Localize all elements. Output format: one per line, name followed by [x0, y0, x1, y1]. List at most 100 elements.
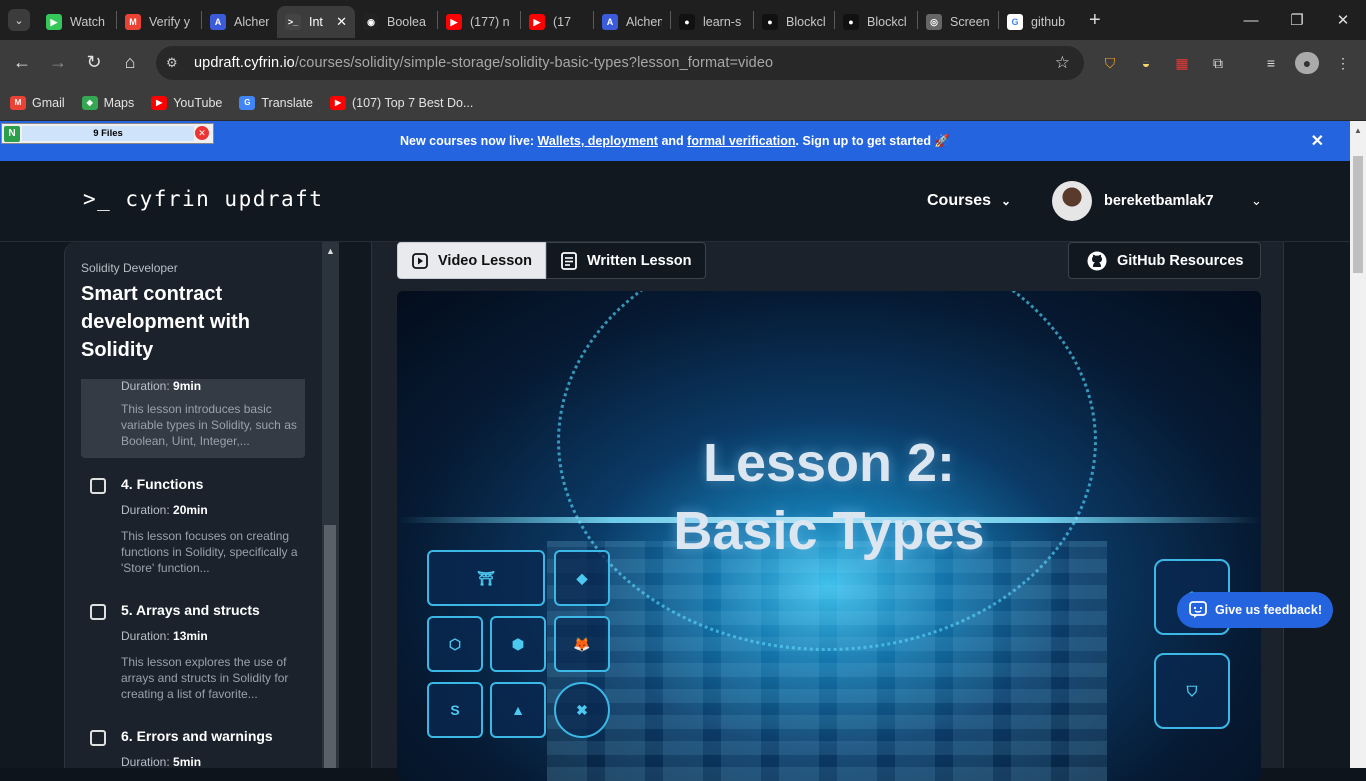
user-menu-chevron-icon[interactable]: ⌄	[1251, 193, 1262, 209]
lesson-checkbox[interactable]	[90, 730, 106, 746]
video-tile-ipfs-icon: ⬢	[490, 616, 546, 672]
tab-label: (177) n	[470, 15, 510, 29]
browser-menu-icon[interactable]: ⋮	[1331, 52, 1355, 74]
address-url[interactable]: updraft.cyfrin.io/courses/solidity/simpl…	[194, 55, 773, 71]
tab-favicon-icon: ▶	[529, 14, 545, 30]
browser-tab[interactable]: ● Blockcl	[754, 6, 834, 38]
video-decor-grid	[547, 541, 1107, 781]
tab-search-button[interactable]: ⌄	[8, 9, 30, 31]
bookmark-favicon-icon: G	[239, 95, 256, 110]
scroll-up-icon[interactable]: ▲	[326, 246, 335, 256]
browser-toolbar: ← → ↻ ⌂ ⚙ updraft.cyfrin.io/courses/soli…	[0, 40, 1366, 85]
tab-label: Watch	[70, 15, 105, 29]
bookmark-item[interactable]: ◆ Maps	[81, 95, 134, 110]
extension-shield-icon[interactable]: ⛉	[1098, 52, 1122, 74]
lesson-main: Video Lesson Written Lesson GitHub Resou…	[371, 242, 1284, 781]
video-title: Lesson 2: Basic Types	[673, 433, 985, 561]
video-lesson-tab[interactable]: Video Lesson	[397, 242, 546, 279]
new-tab-button[interactable]: +	[1089, 9, 1101, 32]
lesson-duration: Duration: 13min	[121, 629, 208, 643]
browser-tab[interactable]: >_ Int ✕	[277, 6, 355, 38]
document-icon	[561, 251, 577, 270]
minimize-button[interactable]: —	[1228, 0, 1274, 40]
bookmark-star-icon[interactable]: ☆	[1055, 53, 1070, 73]
tab-label: Int	[309, 15, 323, 29]
active-lesson[interactable]: Duration: 9min This lesson introduces ba…	[81, 379, 305, 458]
page-scroll-up-icon[interactable]: ▲	[1354, 126, 1362, 135]
site-info-icon[interactable]: ⚙	[166, 55, 182, 71]
site-logo[interactable]: >_ cyfrin updraft	[83, 187, 323, 211]
github-resources-button[interactable]: GitHub Resources	[1068, 242, 1261, 279]
bookmark-item[interactable]: M Gmail	[10, 95, 65, 110]
tab-label: Verify y	[149, 15, 190, 29]
files-close-icon[interactable]: ✕	[195, 126, 209, 140]
lesson-duration: Duration: 9min	[121, 379, 202, 393]
bookmarks-bar: M Gmail ◆ Maps ▶ YouTube G Translate ▶ (107) Top …	[0, 85, 1366, 121]
github-icon	[1087, 251, 1107, 271]
tab-list: ▶ Watch M Verify y A Alchem >_ Int ✕ ◉ Boolea ▶ (177…	[38, 2, 1079, 38]
video-tile-ethereum-icon: ◆	[554, 550, 610, 606]
written-lesson-tab[interactable]: Written Lesson	[546, 242, 706, 279]
address-bar[interactable]: ⚙ updraft.cyfrin.io/courses/solidity/sim…	[156, 46, 1084, 80]
media-control-icon[interactable]: ≡	[1259, 52, 1283, 74]
extension-face-icon[interactable]: ◒	[1134, 52, 1158, 74]
tab-close-icon[interactable]: ✕	[330, 14, 347, 30]
banner-link-wallets[interactable]: Wallets, deployment	[538, 134, 658, 148]
bookmark-item[interactable]: ▶ (107) Top 7 Best Do...	[330, 95, 473, 110]
written-lesson-label: Written Lesson	[587, 252, 692, 269]
tab-favicon-icon: ◉	[363, 14, 379, 30]
reload-button[interactable]: ↻	[76, 45, 112, 81]
banner-text: New courses now live:	[399, 134, 535, 148]
feedback-button[interactable]: Give us feedback!	[1177, 592, 1333, 628]
browser-tab[interactable]: ▶ (177) n	[438, 6, 520, 38]
files-widget[interactable]: N 9 Files ✕	[1, 123, 214, 144]
browser-tab[interactable]: A Alchem	[594, 6, 670, 38]
video-player[interactable]: Lesson 2:Basic Types ⛩ ◆ ⬡ ⬢ 🦊 S ▲ ✖ ⬢ ⛉	[397, 291, 1261, 781]
course-sidebar: Solidity Developer Smart contract develo…	[64, 242, 339, 768]
page-scroll-thumb[interactable]	[1353, 156, 1363, 273]
avatar[interactable]	[1052, 181, 1092, 221]
profile-avatar-icon[interactable]: ●	[1295, 52, 1319, 74]
bookmark-label: Gmail	[32, 95, 65, 110]
extensions-puzzle-icon[interactable]: ⧉	[1206, 52, 1230, 74]
restore-button[interactable]: ❐	[1274, 0, 1320, 40]
lesson-duration: Duration: 5min	[121, 755, 202, 768]
courses-label: Courses	[927, 192, 992, 209]
course-eyebrow: Solidity Developer	[81, 261, 178, 275]
username[interactable]: bereketbamlak7	[1104, 193, 1214, 209]
tab-label: Blockcl	[786, 15, 826, 29]
home-button[interactable]: ⌂	[112, 45, 148, 81]
bookmark-favicon-icon: ▶	[151, 95, 168, 110]
page-scrollbar[interactable]: ▲	[1350, 121, 1366, 768]
tab-label: (17	[553, 15, 572, 29]
browser-tab[interactable]: ● learn-s	[671, 6, 753, 38]
bookmark-item[interactable]: ▶ YouTube	[151, 95, 222, 110]
extension-grid-icon[interactable]: ▦	[1170, 52, 1194, 74]
sidebar-scroll-thumb[interactable]	[324, 525, 336, 768]
forward-button[interactable]: →	[40, 45, 76, 81]
close-window-button[interactable]: ✕	[1320, 0, 1366, 40]
browser-tab[interactable]: ● Blockcl	[835, 6, 917, 38]
browser-tab[interactable]: ▶ (17	[521, 6, 593, 38]
lesson-checkbox[interactable]	[90, 478, 106, 494]
sidebar-scrollbar[interactable]: ▲	[322, 242, 338, 768]
browser-tab[interactable]: A Alchem	[202, 6, 277, 38]
tab-label: Alchem	[234, 15, 269, 29]
lesson-checkbox[interactable]	[90, 604, 106, 620]
browser-tab[interactable]: M Verify y	[117, 6, 201, 38]
bookmark-item[interactable]: G Translate	[239, 95, 314, 110]
lesson-description: This lesson explores the use of arrays a…	[121, 655, 289, 701]
back-button[interactable]: ←	[4, 45, 40, 81]
courses-menu[interactable]: Courses ⌄	[927, 192, 1011, 210]
browser-tab[interactable]: ▶ Watch	[38, 6, 116, 38]
browser-tab[interactable]: ◉ Boolea	[355, 6, 437, 38]
video-tile-logo: ⛩	[427, 550, 545, 606]
banner-close-icon[interactable]: ✕	[1311, 131, 1324, 151]
browser-tab[interactable]: ◎ Screen	[918, 6, 998, 38]
banner-text-suffix: . Sign up to get started 🚀	[795, 133, 950, 148]
bookmark-label: Translate	[261, 95, 314, 110]
tab-label: Boolea	[387, 15, 426, 29]
browser-tab[interactable]: Ggithub	[999, 6, 1079, 38]
tab-favicon-icon: ◎	[926, 14, 942, 30]
banner-link-formal[interactable]: formal verification	[687, 134, 795, 148]
